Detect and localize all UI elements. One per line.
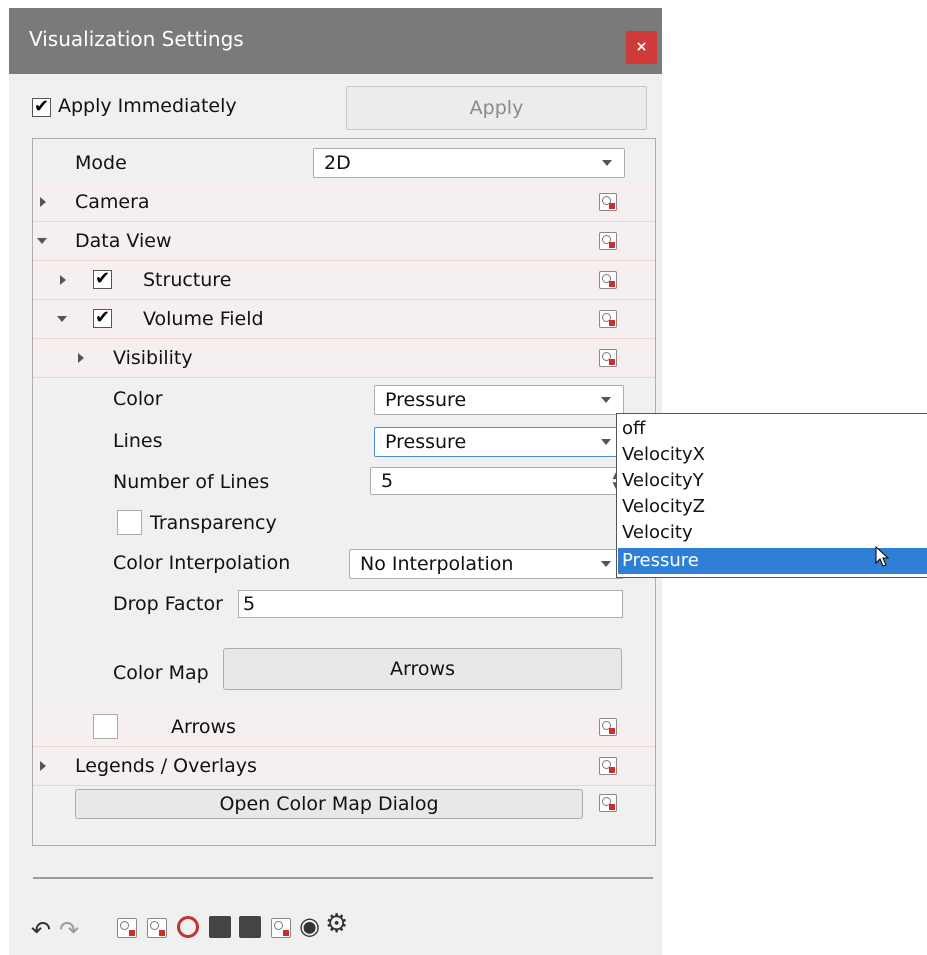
apply-button[interactable]: Apply bbox=[346, 86, 647, 130]
number-of-lines-stepper[interactable]: 5 ▲▼ bbox=[370, 467, 624, 495]
save-settings-icon[interactable] bbox=[117, 918, 137, 938]
number-of-lines-label: Number of Lines bbox=[113, 471, 270, 493]
eye-icon[interactable]: ◉ bbox=[299, 914, 320, 938]
color-interpolation-label: Color Interpolation bbox=[113, 552, 291, 574]
mode-value: 2D bbox=[324, 152, 351, 174]
tree-item-legends-overlays[interactable]: Legends / Overlays bbox=[33, 747, 655, 786]
color-row: Color Pressure bbox=[33, 380, 655, 418]
dropdown-option[interactable]: off bbox=[618, 416, 927, 442]
redo-icon[interactable]: ↷ bbox=[59, 918, 79, 942]
apply-immediately-label: Apply Immediately bbox=[58, 95, 237, 117]
gear-icon[interactable]: ⚙ bbox=[325, 911, 348, 937]
mouse-cursor-icon bbox=[875, 546, 890, 567]
drop-factor-row: Drop Factor 5 bbox=[33, 585, 655, 623]
drop-factor-label: Drop Factor bbox=[113, 593, 223, 615]
expand-arrow-icon[interactable] bbox=[78, 353, 84, 363]
reset-settings-icon[interactable] bbox=[599, 757, 617, 775]
volume-field-label: Volume Field bbox=[143, 308, 264, 330]
arrows-label: Arrows bbox=[171, 716, 236, 738]
transparency-row: Transparency bbox=[33, 504, 655, 542]
reset-settings-icon[interactable] bbox=[599, 193, 617, 211]
number-of-lines-row: Number of Lines 5 ▲▼ bbox=[33, 463, 655, 501]
structure-label: Structure bbox=[143, 269, 232, 291]
visibility-label: Visibility bbox=[113, 347, 193, 369]
import-settings-icon[interactable] bbox=[239, 916, 261, 938]
chevron-down-icon bbox=[601, 439, 611, 445]
color-interpolation-value: No Interpolation bbox=[360, 553, 514, 575]
drop-factor-input[interactable]: 5 bbox=[238, 590, 623, 618]
reset-settings-icon[interactable] bbox=[599, 271, 617, 289]
chevron-down-icon bbox=[602, 160, 612, 166]
mode-label: Mode bbox=[75, 152, 127, 174]
lines-dropdown-list: off VelocityX VelocityY VelocityZ Veloci… bbox=[616, 413, 927, 578]
open-color-map-dialog-label: Open Color Map Dialog bbox=[219, 793, 439, 815]
refresh-icon[interactable] bbox=[177, 916, 199, 938]
reset-settings-icon[interactable] bbox=[599, 349, 617, 367]
window-title: Visualization Settings bbox=[29, 27, 244, 51]
transparency-checkbox[interactable] bbox=[117, 510, 142, 535]
expand-arrow-icon[interactable] bbox=[40, 197, 46, 207]
tree-item-data-view[interactable]: Data View bbox=[33, 222, 655, 261]
dropdown-option[interactable]: VelocityX bbox=[618, 442, 927, 468]
chevron-down-icon bbox=[601, 561, 611, 567]
apply-immediately-checkbox[interactable]: ✔ bbox=[32, 98, 51, 117]
color-map-button[interactable]: Arrows bbox=[223, 648, 622, 690]
volume-field-checkbox[interactable]: ✔ bbox=[93, 309, 112, 328]
color-interpolation-select[interactable]: No Interpolation bbox=[349, 549, 624, 579]
tree-item-structure[interactable]: ✔ Structure bbox=[33, 261, 655, 300]
reset-settings-icon[interactable] bbox=[599, 718, 617, 736]
close-button[interactable]: × bbox=[626, 31, 657, 64]
camera-label: Camera bbox=[75, 191, 150, 213]
color-interpolation-row: Color Interpolation No Interpolation bbox=[33, 544, 655, 582]
color-map-value: Arrows bbox=[390, 658, 455, 680]
visualization-settings-window: Visualization Settings × ✔ Apply Immedia… bbox=[9, 8, 662, 955]
color-value: Pressure bbox=[385, 389, 467, 411]
data-view-label: Data View bbox=[75, 230, 172, 252]
export-settings-icon[interactable] bbox=[209, 916, 231, 938]
structure-checkbox[interactable]: ✔ bbox=[93, 270, 112, 289]
toolbar-divider bbox=[33, 877, 653, 879]
mode-select[interactable]: 2D bbox=[313, 148, 625, 178]
lines-row: Lines Pressure bbox=[33, 422, 655, 460]
mode-row: Mode 2D bbox=[33, 143, 655, 181]
title-bar: Visualization Settings × bbox=[9, 8, 662, 74]
expand-arrow-icon[interactable] bbox=[40, 761, 46, 771]
reset-settings-icon[interactable] bbox=[599, 794, 617, 812]
open-color-map-dialog-button[interactable]: Open Color Map Dialog bbox=[75, 789, 583, 819]
reset-settings-icon[interactable] bbox=[599, 310, 617, 328]
color-map-row: Color Map Arrows bbox=[33, 647, 655, 699]
color-map-label: Color Map bbox=[113, 662, 209, 684]
legends-overlays-label: Legends / Overlays bbox=[75, 755, 257, 777]
transparency-label: Transparency bbox=[150, 512, 277, 534]
tree-item-volume-field[interactable]: ✔ Volume Field bbox=[33, 300, 655, 339]
dropdown-option[interactable]: Velocity bbox=[618, 520, 927, 546]
drop-factor-value: 5 bbox=[243, 593, 256, 615]
color-label: Color bbox=[113, 388, 163, 410]
collapse-arrow-icon[interactable] bbox=[57, 316, 67, 322]
dropdown-option[interactable]: VelocityZ bbox=[618, 494, 927, 520]
collapse-arrow-icon[interactable] bbox=[37, 238, 47, 244]
undo-icon[interactable]: ↶ bbox=[31, 918, 51, 942]
tree-item-camera[interactable]: Camera bbox=[33, 183, 655, 222]
reset-settings-icon[interactable] bbox=[599, 232, 617, 250]
chevron-down-icon bbox=[601, 397, 611, 403]
load-settings-icon[interactable] bbox=[147, 918, 167, 938]
dropdown-option[interactable]: VelocityY bbox=[618, 468, 927, 494]
open-color-map-row: Open Color Map Dialog bbox=[33, 787, 655, 825]
number-of-lines-value: 5 bbox=[381, 470, 394, 492]
lines-label: Lines bbox=[113, 430, 163, 452]
expand-arrow-icon[interactable] bbox=[60, 275, 66, 285]
settings-tree: Mode 2D Camera Data View ✔ Structure ✔ V… bbox=[32, 138, 656, 846]
lines-value: Pressure bbox=[385, 431, 467, 453]
color-select[interactable]: Pressure bbox=[374, 385, 624, 415]
script-icon[interactable] bbox=[271, 918, 291, 938]
arrows-checkbox[interactable] bbox=[93, 714, 118, 739]
lines-select[interactable]: Pressure bbox=[374, 427, 624, 457]
tree-item-arrows[interactable]: Arrows bbox=[33, 708, 655, 747]
tree-item-visibility[interactable]: Visibility bbox=[33, 339, 655, 378]
